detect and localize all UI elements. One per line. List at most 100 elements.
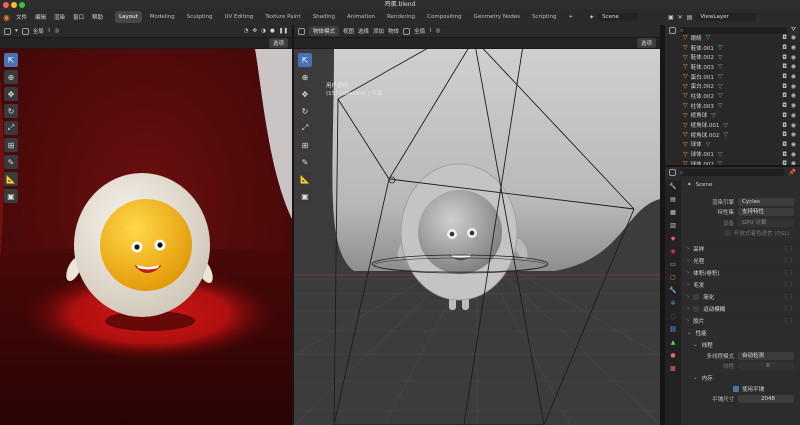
drag-handle-icon[interactable]: ⋮⋮ — [783, 294, 794, 300]
tab-scene-icon[interactable]: ◆ — [668, 234, 678, 244]
osl-checkbox[interactable] — [725, 230, 731, 237]
tab-view-layer-icon[interactable]: ▥ — [668, 221, 678, 231]
tab-output-icon[interactable]: ▦ — [668, 208, 678, 218]
pin-icon[interactable]: 📌 — [789, 169, 796, 176]
outliner-row[interactable]: ▽ 蛋白.002 ▽ ◘ ◉ — [683, 81, 800, 91]
object-mode-dropdown[interactable]: 物体模式 — [309, 26, 340, 36]
subsection-threads[interactable]: ⌄ 线程 — [681, 339, 800, 351]
eye-icon[interactable]: ◉ — [791, 151, 796, 158]
outliner-row[interactable]: ▽ 柱体.003 ▽ ◘ ◉ — [683, 101, 800, 111]
gizmo-icon[interactable]: ✥ — [253, 28, 258, 34]
orientation-label[interactable]: 全局 — [414, 27, 425, 35]
outliner-row[interactable]: ▽ 棱角球.001 ▽ ◘ ◉ — [683, 120, 800, 130]
camera-render-icon[interactable]: ◘ — [782, 34, 787, 41]
annotate-tool-icon-right[interactable]: ✎ — [298, 155, 312, 169]
eye-icon[interactable]: ◉ — [791, 63, 796, 70]
tab-texture-paint[interactable]: Texture Paint — [261, 11, 305, 23]
menu-view[interactable]: 视图 — [343, 27, 354, 35]
menu-add[interactable]: 添加 — [373, 27, 384, 35]
menu-select[interactable]: 选择 — [358, 27, 369, 35]
properties-section[interactable]: › 光程 ⋮⋮ — [681, 254, 800, 267]
overlay-icon[interactable]: ◑ — [261, 28, 266, 34]
tab-data-icon[interactable]: ▲ — [668, 338, 678, 348]
pivot-label[interactable]: 全局 — [33, 27, 44, 35]
select-tool-icon-right[interactable]: ⇱ — [298, 53, 312, 67]
cursor-tool-icon-right[interactable]: ⊕ — [298, 70, 312, 84]
properties-section[interactable]: › 毛发 ⋮⋮ — [681, 278, 800, 291]
device-dropdown[interactable]: GPU 计算 — [738, 218, 794, 227]
camera-render-icon[interactable]: ◘ — [782, 102, 787, 109]
outliner-type-icon[interactable] — [669, 26, 676, 34]
camera-render-icon[interactable]: ◘ — [782, 92, 787, 99]
properties-section[interactable]: › 简化 ⋮⋮ — [681, 290, 800, 303]
outliner-row[interactable]: ▽ 鞋体.002 ▽ ◘ ◉ — [683, 52, 800, 62]
section-performance[interactable]: ⌄ 性能 — [681, 326, 800, 339]
cursor-tool-icon[interactable]: ⊕ — [4, 70, 18, 84]
transform-tool-icon-right[interactable]: ⊞ — [298, 138, 312, 152]
tab-scripting[interactable]: Scripting — [528, 11, 560, 23]
outliner-row[interactable]: ▽ 球体.001 ▽ ◘ ◉ — [683, 149, 800, 159]
eye-icon[interactable]: ◉ — [791, 54, 796, 61]
menu-file[interactable]: 文件 — [14, 13, 29, 21]
subsection-memory[interactable]: ⌄ 内存 — [681, 372, 800, 384]
tab-shading[interactable]: Shading — [309, 11, 339, 23]
tab-material-icon[interactable]: ● — [668, 351, 678, 361]
left-options-button[interactable]: 选项 — [268, 38, 288, 48]
properties-type-icon[interactable] — [669, 169, 676, 176]
camera-render-icon[interactable]: ◘ — [782, 63, 787, 70]
camera-render-icon[interactable]: ◘ — [782, 112, 787, 119]
threads-count-field[interactable]: 8 — [738, 362, 794, 371]
eye-icon[interactable]: ◉ — [791, 92, 796, 99]
measure-tool-icon[interactable]: 📐 — [4, 172, 18, 186]
tab-render-icon[interactable]: ▤ — [668, 195, 678, 205]
proportional-icon[interactable]: ◎ — [54, 28, 59, 34]
add-cube-tool-icon[interactable]: ▣ — [4, 189, 18, 203]
eye-icon[interactable]: ◉ — [791, 73, 796, 80]
camera-render-icon[interactable]: ◘ — [782, 73, 787, 80]
editor-type-icon[interactable] — [4, 27, 11, 35]
outliner-row[interactable]: ▽ 柱体.002 ▽ ◘ ◉ — [683, 91, 800, 101]
tab-constraints-icon[interactable]: ⛓ — [668, 325, 678, 335]
add-cube-tool-icon-right[interactable]: ▣ — [298, 189, 312, 203]
eye-icon[interactable]: ◉ — [791, 83, 796, 90]
menu-help[interactable]: 帮助 — [90, 13, 105, 21]
tab-particles-icon[interactable]: ✲ — [668, 299, 678, 309]
camera-render-icon[interactable]: ◘ — [782, 54, 787, 61]
tab-physics-icon[interactable]: ◌ — [668, 312, 678, 322]
camera-render-icon[interactable]: ◘ — [782, 141, 787, 148]
properties-section[interactable]: › 胶片 ⋮⋮ — [681, 314, 800, 327]
menu-object[interactable]: 物体 — [388, 27, 399, 35]
tab-compositing[interactable]: Compositing — [423, 11, 465, 23]
eye-icon[interactable]: ◉ — [791, 34, 796, 41]
camera-render-icon[interactable]: ◘ — [782, 44, 787, 51]
add-workspace-button[interactable]: + — [565, 11, 578, 23]
drag-handle-icon[interactable]: ⋮⋮ — [783, 246, 794, 252]
properties-section[interactable]: › 采样 ⋮⋮ — [681, 242, 800, 255]
section-enable-checkbox[interactable] — [693, 294, 700, 300]
threads-mode-dropdown[interactable]: 自动检测 — [738, 351, 794, 360]
scale-tool-icon[interactable]: ⤢ — [4, 121, 18, 135]
properties-section[interactable]: › 运动模糊 ⋮⋮ — [681, 302, 800, 315]
solid-viewport[interactable]: 物体模式 视图 选择 添加 物体 全局 ⌇ ◎ 选项 用户透视 (15) Col… — [294, 25, 660, 425]
move-tool-icon[interactable]: ✥ — [4, 87, 18, 101]
tile-size-field[interactable]: 2048 — [738, 395, 794, 404]
snap-icon-right[interactable]: ⌇ — [429, 28, 432, 34]
move-tool-icon-right[interactable]: ✥ — [298, 87, 312, 101]
annotate-tool-icon[interactable]: ✎ — [4, 155, 18, 169]
right-options-button[interactable]: 选项 — [636, 38, 656, 48]
outliner-row[interactable]: ▽ 球体 ▽ ◘ ◉ — [683, 140, 800, 150]
outliner-row[interactable]: ▽ 鞋体.003 ▽ ◘ ◉ — [683, 62, 800, 72]
tab-object-icon[interactable]: ▢ — [668, 273, 678, 283]
tab-geometry-nodes[interactable]: Geometry Nodes — [470, 11, 524, 23]
outliner-row[interactable]: ▽ 蛋白.001 ▽ ◘ ◉ — [683, 72, 800, 82]
close-icon[interactable]: ✕ — [678, 14, 683, 21]
camera-render-icon[interactable]: ◘ — [782, 122, 787, 129]
eye-icon[interactable]: ◉ — [791, 44, 796, 51]
rotate-tool-icon-right[interactable]: ↻ — [298, 104, 312, 118]
drag-handle-icon[interactable]: ⋮⋮ — [783, 258, 794, 264]
close-window-button[interactable] — [3, 2, 9, 8]
rotate-tool-icon[interactable]: ↻ — [4, 104, 18, 118]
menu-render[interactable]: 渲染 — [52, 13, 67, 21]
editor-type-icon-right[interactable] — [298, 27, 305, 35]
eye-icon[interactable]: ◉ — [791, 131, 796, 138]
